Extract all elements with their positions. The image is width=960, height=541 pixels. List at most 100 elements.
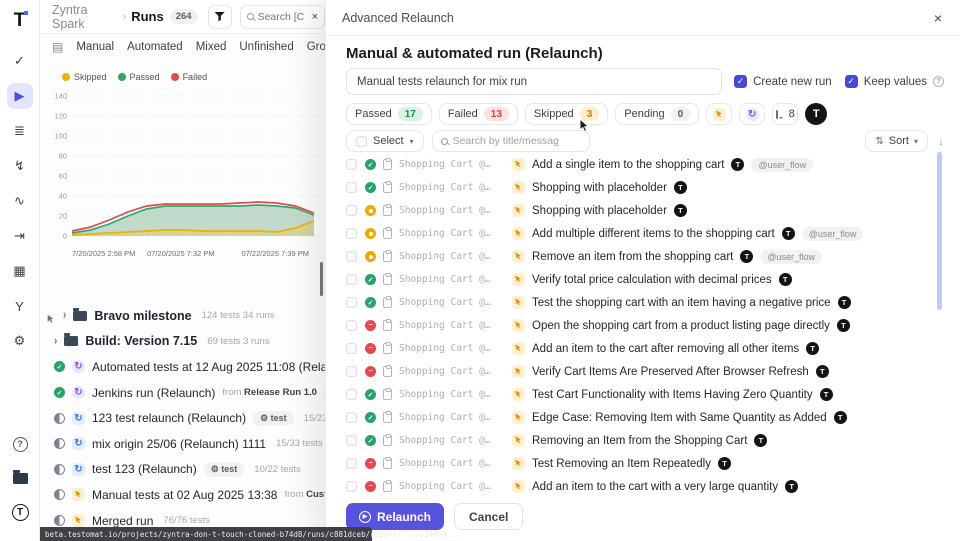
sidebar-tasks-icon[interactable]: ✓ xyxy=(7,48,33,74)
test-row[interactable]: ✓Shopping Cart @…Edge Case: Removing Ite… xyxy=(346,406,934,429)
row-checkbox[interactable] xyxy=(346,297,357,308)
sidebar-reports-icon[interactable]: ▦ xyxy=(7,258,33,284)
svg-text:120: 120 xyxy=(54,112,67,121)
test-row[interactable]: ✓Shopping Cart @…Test the shopping cart … xyxy=(346,291,934,314)
account-avatar[interactable]: T xyxy=(7,499,33,525)
row-checkbox[interactable] xyxy=(346,435,357,446)
select-dropdown[interactable]: Select ▾ xyxy=(346,130,424,152)
test-row[interactable]: −Shopping Cart @…Verify Cart Items Are P… xyxy=(346,360,934,383)
test-row[interactable]: −Shopping Cart @…Add an item to the cart… xyxy=(346,475,934,498)
test-row[interactable]: −Shopping Cart @…Open the shopping cart … xyxy=(346,314,934,337)
user-avatar[interactable]: T xyxy=(805,103,827,125)
run-row[interactable]: ↻mix origin 25/06 (Relaunch) 111115/33 t… xyxy=(40,431,325,457)
folder-row[interactable]: ›Build: Version 7.1569 tests 3 runs xyxy=(40,329,325,355)
row-checkbox[interactable] xyxy=(346,366,357,377)
run-title: mix origin 25/06 (Relaunch) 1111 xyxy=(92,437,266,451)
test-row[interactable]: −Shopping Cart @…Add an item to the cart… xyxy=(346,337,934,360)
sidebar-import-icon[interactable]: ⇥ xyxy=(7,223,33,249)
select-all-checkbox[interactable] xyxy=(356,136,367,147)
row-checkbox[interactable] xyxy=(346,343,357,354)
test-row[interactable]: ✓Shopping Cart @…Removing an Item from t… xyxy=(346,429,934,452)
tab-automated[interactable]: Automated xyxy=(127,41,183,53)
close-icon[interactable]: × xyxy=(934,11,942,25)
test-row[interactable]: −Shopping Cart @…Test Removing an Item R… xyxy=(346,452,934,475)
tab-mixed[interactable]: Mixed xyxy=(196,41,227,53)
test-row[interactable]: Shopping Cart @…Shopping with placeholde… xyxy=(346,199,934,222)
filter-chip-failed[interactable]: Failed13 xyxy=(439,103,518,125)
run-row[interactable]: ↻123 test relaunch (Relaunch)⚙ test15/23… xyxy=(40,405,325,431)
tests-search-input[interactable]: Search by title/messag xyxy=(432,130,590,152)
row-checkbox[interactable] xyxy=(346,159,357,170)
main-scrollbar[interactable] xyxy=(320,262,323,296)
relaunch-button[interactable]: ▶ Relaunch xyxy=(346,503,444,530)
help-icon[interactable]: ? xyxy=(7,431,33,457)
expand-chevron-icon[interactable]: › xyxy=(54,335,57,348)
tests-scrollbar[interactable] xyxy=(937,152,942,310)
tab-unfinished[interactable]: Unfinished xyxy=(239,41,293,53)
run-row[interactable]: ✓↻Jenkins run (Relaunch)from Release Run… xyxy=(40,380,325,406)
row-checkbox[interactable] xyxy=(346,458,357,469)
select-label: Select xyxy=(373,135,404,147)
test-tag: @user_flow xyxy=(802,227,864,241)
filter-chip-pending[interactable]: Pending0 xyxy=(615,103,699,125)
sidebar-runs-icon[interactable]: ▶ xyxy=(7,83,33,109)
manual-test-icon xyxy=(512,250,525,263)
manual-test-icon xyxy=(512,227,525,240)
test-row[interactable]: Shopping Cart @…Remove an item from the … xyxy=(346,245,934,268)
relaunch-sync-icon: ↻ xyxy=(72,412,85,425)
run-name-value: Manual tests relaunch for mix run xyxy=(357,76,527,88)
row-checkbox[interactable] xyxy=(346,320,357,331)
clear-search-icon[interactable]: × xyxy=(312,11,318,23)
tab-manual[interactable]: Manual xyxy=(76,41,114,53)
row-checkbox[interactable] xyxy=(346,412,357,423)
row-checkbox[interactable] xyxy=(346,228,357,239)
test-row[interactable]: ✓Shopping Cart @…Shopping with placehold… xyxy=(346,176,934,199)
test-row[interactable]: ✓Shopping Cart @…Verify total price calc… xyxy=(346,268,934,291)
row-checkbox[interactable] xyxy=(346,205,357,216)
sidebar-pulse-icon[interactable]: ↯ xyxy=(7,153,33,179)
run-name-input[interactable]: Manual tests relaunch for mix run xyxy=(346,68,722,95)
main-search-input[interactable]: Search [C × xyxy=(240,5,325,29)
filter-button[interactable] xyxy=(208,5,232,29)
sort-button[interactable]: ⇅ Sort ▾ xyxy=(865,130,928,152)
expand-chevron-icon[interactable]: › xyxy=(63,309,66,322)
checkbox-create-new-run[interactable]: ✓Create new run xyxy=(734,75,832,88)
brand-logo[interactable]: T xyxy=(14,10,26,32)
row-checkbox[interactable] xyxy=(346,389,357,400)
breadcrumb-page[interactable]: Runs xyxy=(131,9,164,24)
folder-row[interactable]: ›Bravo milestone124 tests 34 runs xyxy=(40,303,325,329)
sidebar-analytics-icon[interactable]: ∿ xyxy=(7,188,33,214)
filter-chip-skipped[interactable]: Skipped3 xyxy=(525,103,608,125)
projects-folder-icon[interactable] xyxy=(7,465,33,491)
svg-text:07/22/2025 7:39 PM: 07/22/2025 7:39 PM xyxy=(241,249,309,258)
row-checkbox[interactable] xyxy=(346,251,357,262)
runs-page: Zyntra Spark › Runs 264 Search [C × ▤ Ma… xyxy=(40,0,325,541)
breadcrumb-project[interactable]: Zyntra Spark xyxy=(52,3,118,31)
sidebar-suites-icon[interactable]: ≣ xyxy=(7,118,33,144)
sidebar-settings-icon[interactable]: ⚙ xyxy=(7,328,33,354)
filter-chip-passed[interactable]: Passed17 xyxy=(346,103,432,125)
svg-text:40: 40 xyxy=(59,192,67,201)
test-row[interactable]: ✓Shopping Cart @…Add a single item to th… xyxy=(346,153,934,176)
checkbox-checked-icon[interactable]: ✓ xyxy=(734,75,747,88)
run-row[interactable]: ✓↻Automated tests at 12 Aug 2025 11:08 (… xyxy=(40,354,325,380)
manual-test-icon xyxy=(512,365,525,378)
download-icon[interactable]: ↓ xyxy=(938,134,944,148)
run-row[interactable]: ↻test 123 (Relaunch)⚙ test10/22 tests xyxy=(40,457,325,483)
checkbox-keep-values[interactable]: ✓Keep values ? xyxy=(845,75,944,88)
filter-chip-automated[interactable]: ↻ xyxy=(739,103,765,125)
filter-chip-comment[interactable]: 8 xyxy=(772,103,798,125)
filter-chip-manual[interactable] xyxy=(706,103,732,125)
cancel-button[interactable]: Cancel xyxy=(454,503,523,530)
test-badge: ⚙ test xyxy=(204,462,245,477)
test-row[interactable]: Shopping Cart @…Add multiple different i… xyxy=(346,222,934,245)
run-row[interactable]: Manual tests at 02 Aug 2025 13:38from Cu… xyxy=(40,482,325,508)
clipboard-icon xyxy=(383,458,392,469)
tab-list-icon[interactable]: ▤ xyxy=(52,40,63,54)
sidebar-branches-icon[interactable]: Y xyxy=(7,293,33,319)
row-checkbox[interactable] xyxy=(346,182,357,193)
row-checkbox[interactable] xyxy=(346,274,357,285)
row-checkbox[interactable] xyxy=(346,481,357,492)
test-row[interactable]: ✓Shopping Cart @…Test Cart Functionality… xyxy=(346,383,934,406)
checkbox-checked-icon[interactable]: ✓ xyxy=(845,75,858,88)
